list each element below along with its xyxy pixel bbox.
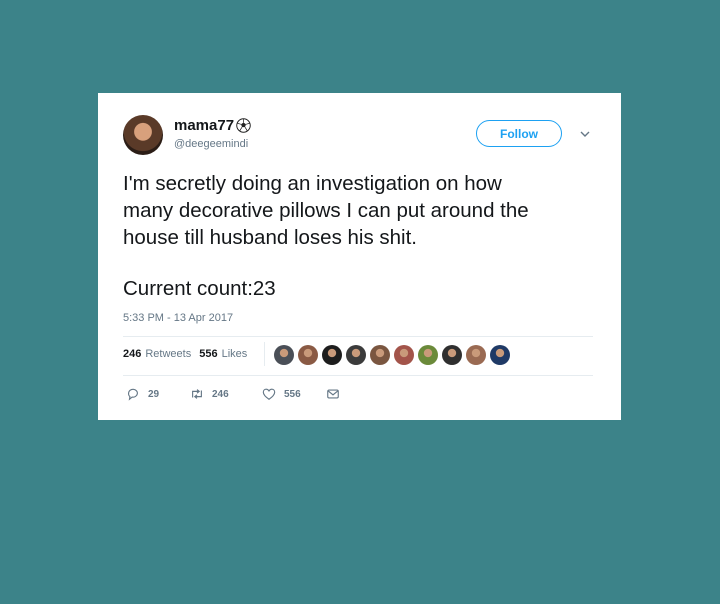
message-action[interactable] [326,387,340,401]
tweet-card: mama77 @deegeemindi Follow I'm secretly … [98,93,621,420]
liker-avatar[interactable] [394,345,414,365]
likes-count: 556 [199,348,218,360]
reply-icon [128,388,138,401]
retweet-action[interactable]: 246 [190,387,262,401]
retweet-count: 246 [212,388,229,400]
timestamp[interactable]: 5:33 PM - 13 Apr 2017 [123,312,233,324]
display-name-text: mama77 [174,117,235,134]
chevron-down-icon[interactable] [579,129,591,139]
retweets-label: Retweets [145,348,192,360]
tweet-text-main: I'm secretly doing an investigation on h… [123,172,529,249]
tweet-text: I'm secretly doing an investigation on h… [123,170,603,302]
stats-separator [264,342,265,366]
liker-avatar[interactable] [370,345,390,365]
liker-avatar[interactable] [298,345,318,365]
liker-avatar[interactable] [418,345,438,365]
liker-avatar[interactable] [274,345,294,365]
likes-stat[interactable]: 556 Likes [199,348,247,360]
likes-label: Likes [221,348,248,360]
liker-avatar[interactable] [466,345,486,365]
liker-avatar[interactable] [490,345,510,365]
engagement-stats: 246 Retweets 556 Likes [123,348,255,360]
reply-action[interactable]: 29 [126,387,190,401]
envelope-icon [327,389,339,399]
heart-icon [262,388,276,400]
like-action[interactable]: 556 [262,387,326,401]
user-handle[interactable]: @deegeemindi [174,138,248,150]
like-count: 556 [284,388,301,400]
soccer-ball-icon [236,118,251,133]
divider [123,375,593,376]
divider [123,336,593,337]
avatar[interactable] [123,115,163,155]
retweets-stat[interactable]: 246 Retweets [123,348,191,360]
action-bar: 29 246 556 [126,387,340,401]
reply-count: 29 [148,388,160,400]
follow-button[interactable]: Follow [476,120,562,147]
liker-avatar[interactable] [442,345,462,365]
retweets-count: 246 [123,348,142,360]
liker-avatar[interactable] [346,345,366,365]
tweet-text-count: Current count:23 [123,277,276,300]
display-name[interactable]: mama77 [174,117,251,134]
retweet-icon [192,389,202,399]
liker-avatars [274,345,510,365]
liker-avatar[interactable] [322,345,342,365]
